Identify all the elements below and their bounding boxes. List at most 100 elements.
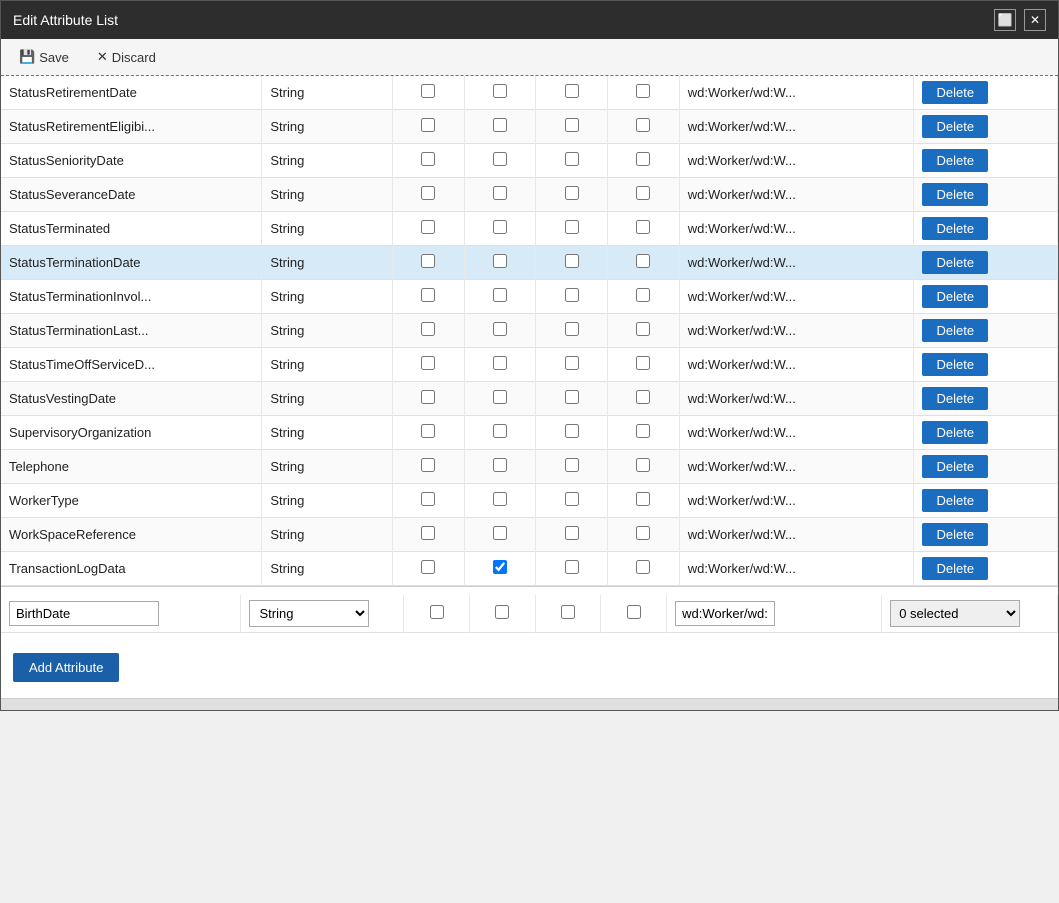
- discard-button[interactable]: ✕ Discard: [91, 47, 162, 67]
- row-checkbox-2[interactable]: [493, 118, 507, 132]
- delete-button[interactable]: Delete: [922, 149, 988, 172]
- new-attribute-name-input[interactable]: [9, 601, 159, 626]
- row-checkbox-1[interactable]: [421, 118, 435, 132]
- row-checkbox-3[interactable]: [565, 152, 579, 166]
- row-checkbox-4[interactable]: [636, 560, 650, 574]
- new-row-type-cell: String Integer Boolean Date Double: [240, 595, 404, 633]
- delete-button[interactable]: Delete: [922, 115, 988, 138]
- row-checkbox-1[interactable]: [421, 220, 435, 234]
- row-checkbox-1[interactable]: [421, 390, 435, 404]
- row-checkbox-4[interactable]: [636, 288, 650, 302]
- row-checkbox-2[interactable]: [493, 424, 507, 438]
- delete-button[interactable]: Delete: [922, 285, 988, 308]
- row-cb1-cell: [392, 110, 464, 144]
- row-checkbox-3[interactable]: [565, 254, 579, 268]
- row-checkbox-1[interactable]: [421, 152, 435, 166]
- row-cb2-cell: [464, 518, 536, 552]
- delete-button[interactable]: Delete: [922, 489, 988, 512]
- delete-button[interactable]: Delete: [922, 217, 988, 240]
- new-row-selected-dropdown[interactable]: 0 selected: [890, 600, 1020, 627]
- row-checkbox-3[interactable]: [565, 526, 579, 540]
- row-checkbox-2[interactable]: [493, 458, 507, 472]
- row-checkbox-3[interactable]: [565, 560, 579, 574]
- row-checkbox-3[interactable]: [565, 458, 579, 472]
- row-checkbox-1[interactable]: [421, 254, 435, 268]
- row-checkbox-4[interactable]: [636, 220, 650, 234]
- row-checkbox-2[interactable]: [493, 526, 507, 540]
- new-row-checkbox-3[interactable]: [561, 605, 575, 619]
- row-checkbox-4[interactable]: [636, 118, 650, 132]
- row-name-cell: StatusTerminationInvol...: [1, 280, 262, 314]
- delete-button[interactable]: Delete: [922, 455, 988, 478]
- row-checkbox-1[interactable]: [421, 560, 435, 574]
- row-checkbox-2[interactable]: [493, 84, 507, 98]
- row-checkbox-3[interactable]: [565, 492, 579, 506]
- delete-button[interactable]: Delete: [922, 183, 988, 206]
- row-checkbox-3[interactable]: [565, 186, 579, 200]
- delete-button[interactable]: Delete: [922, 421, 988, 444]
- row-checkbox-3[interactable]: [565, 424, 579, 438]
- delete-button[interactable]: Delete: [922, 81, 988, 104]
- row-checkbox-1[interactable]: [421, 322, 435, 336]
- close-button[interactable]: ✕: [1024, 9, 1046, 31]
- row-cb4-cell: [607, 178, 679, 212]
- row-cb3-cell: [536, 314, 608, 348]
- row-cb4-cell: [607, 382, 679, 416]
- delete-button[interactable]: Delete: [922, 251, 988, 274]
- row-checkbox-2[interactable]: [493, 560, 507, 574]
- row-checkbox-1[interactable]: [421, 492, 435, 506]
- row-checkbox-4[interactable]: [636, 424, 650, 438]
- delete-button[interactable]: Delete: [922, 523, 988, 546]
- row-name-cell: StatusSeveranceDate: [1, 178, 262, 212]
- row-checkbox-2[interactable]: [493, 492, 507, 506]
- delete-button[interactable]: Delete: [922, 387, 988, 410]
- new-row-checkbox-2[interactable]: [495, 605, 509, 619]
- row-checkbox-1[interactable]: [421, 288, 435, 302]
- row-checkbox-3[interactable]: [565, 118, 579, 132]
- row-checkbox-2[interactable]: [493, 186, 507, 200]
- maximize-button[interactable]: ⬜: [994, 9, 1016, 31]
- row-checkbox-4[interactable]: [636, 84, 650, 98]
- row-checkbox-4[interactable]: [636, 390, 650, 404]
- new-row: String Integer Boolean Date Double: [1, 595, 1058, 633]
- horizontal-scrollbar[interactable]: [1, 698, 1058, 710]
- row-checkbox-4[interactable]: [636, 526, 650, 540]
- new-row-checkbox-4[interactable]: [627, 605, 641, 619]
- row-checkbox-1[interactable]: [421, 84, 435, 98]
- row-checkbox-2[interactable]: [493, 254, 507, 268]
- row-checkbox-1[interactable]: [421, 526, 435, 540]
- row-checkbox-3[interactable]: [565, 390, 579, 404]
- row-checkbox-1[interactable]: [421, 458, 435, 472]
- row-name-cell: WorkerType: [1, 484, 262, 518]
- row-checkbox-4[interactable]: [636, 322, 650, 336]
- add-attribute-button[interactable]: Add Attribute: [13, 653, 119, 682]
- row-checkbox-1[interactable]: [421, 356, 435, 370]
- row-checkbox-2[interactable]: [493, 390, 507, 404]
- row-checkbox-2[interactable]: [493, 356, 507, 370]
- row-checkbox-2[interactable]: [493, 152, 507, 166]
- delete-button[interactable]: Delete: [922, 557, 988, 580]
- row-name-cell: StatusTerminated: [1, 212, 262, 246]
- row-checkbox-1[interactable]: [421, 424, 435, 438]
- save-button[interactable]: 💾 Save: [13, 47, 75, 67]
- row-checkbox-4[interactable]: [636, 186, 650, 200]
- delete-button[interactable]: Delete: [922, 353, 988, 376]
- row-checkbox-3[interactable]: [565, 220, 579, 234]
- row-checkbox-2[interactable]: [493, 288, 507, 302]
- row-checkbox-3[interactable]: [565, 356, 579, 370]
- row-checkbox-3[interactable]: [565, 322, 579, 336]
- new-attribute-type-select[interactable]: String Integer Boolean Date Double: [249, 600, 369, 627]
- row-checkbox-3[interactable]: [565, 288, 579, 302]
- row-checkbox-2[interactable]: [493, 220, 507, 234]
- row-checkbox-3[interactable]: [565, 84, 579, 98]
- row-checkbox-4[interactable]: [636, 458, 650, 472]
- row-checkbox-2[interactable]: [493, 322, 507, 336]
- row-checkbox-1[interactable]: [421, 186, 435, 200]
- new-row-checkbox-1[interactable]: [430, 605, 444, 619]
- row-checkbox-4[interactable]: [636, 254, 650, 268]
- delete-button[interactable]: Delete: [922, 319, 988, 342]
- row-checkbox-4[interactable]: [636, 356, 650, 370]
- row-checkbox-4[interactable]: [636, 152, 650, 166]
- new-attribute-path-input[interactable]: [675, 601, 775, 626]
- row-checkbox-4[interactable]: [636, 492, 650, 506]
